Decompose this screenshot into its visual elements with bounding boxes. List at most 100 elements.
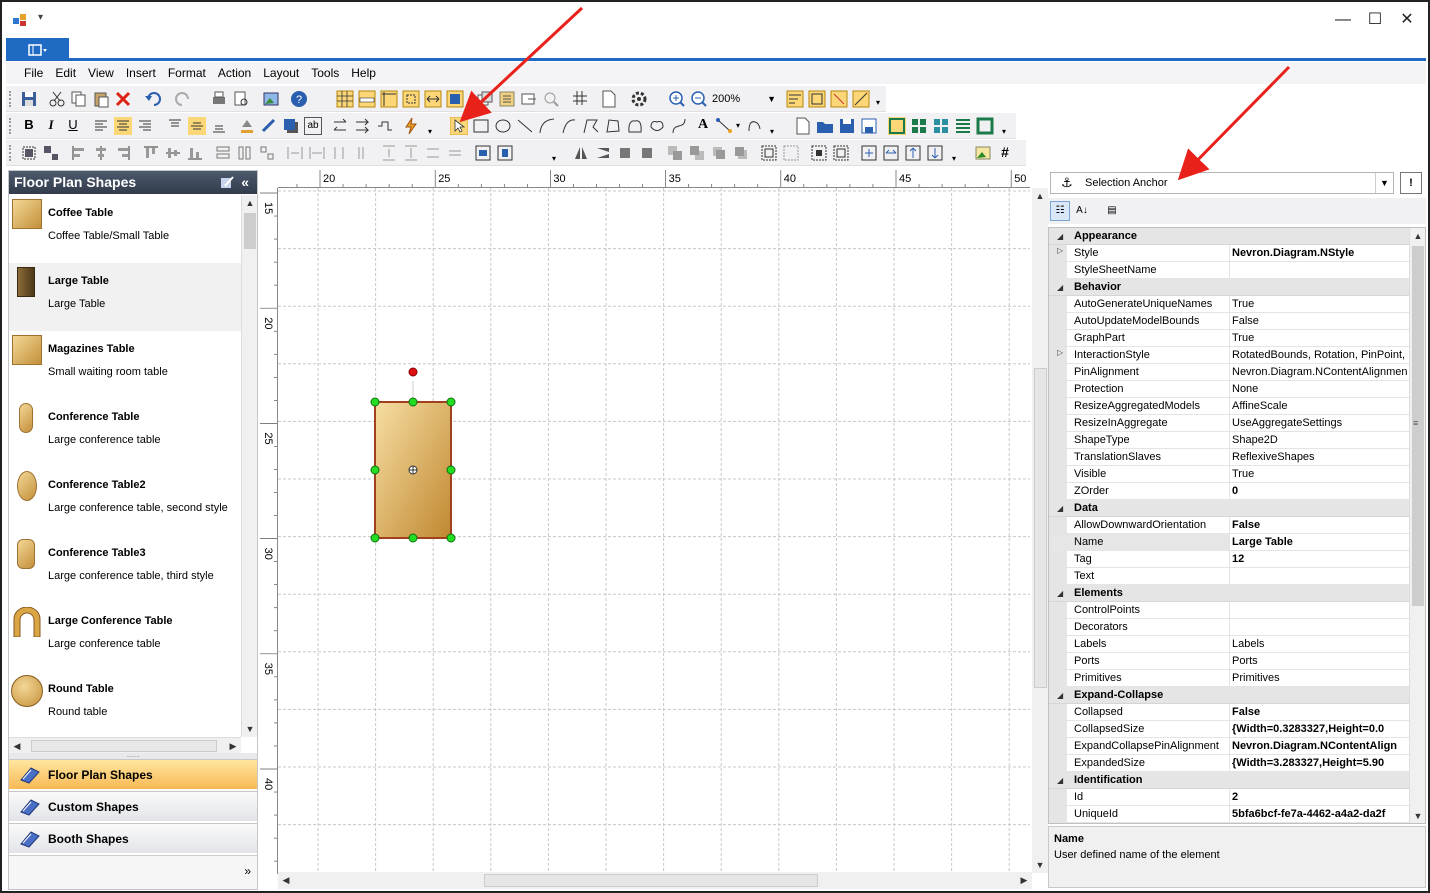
page-bounds-icon[interactable] (446, 90, 464, 108)
connector-tool-icon[interactable] (716, 117, 734, 135)
scroll-right-icon[interactable]: ▶ (1016, 872, 1032, 888)
flip-horizontal-icon[interactable] (572, 144, 590, 162)
resize-handle[interactable] (446, 533, 456, 543)
arc-tool-icon[interactable] (538, 117, 556, 135)
property-category[interactable]: ◢ Appearance (1049, 228, 1409, 245)
property-value[interactable] (1231, 568, 1407, 585)
collapse-category-icon[interactable]: ◢ (1057, 772, 1063, 789)
property-row[interactable]: GraphPart True (1049, 330, 1409, 347)
shadow-icon[interactable] (282, 117, 300, 135)
property-value[interactable]: AffineScale (1231, 398, 1407, 415)
shape-item-large-table[interactable]: Large Table Large Table (9, 263, 241, 331)
property-value[interactable] (1231, 619, 1407, 636)
help-icon[interactable]: ? (290, 90, 308, 108)
property-value[interactable]: 12 (1231, 551, 1407, 568)
scroll-left-icon[interactable]: ◀ (9, 738, 25, 754)
property-info-button[interactable]: ! (1400, 172, 1422, 194)
view-layout-3-icon[interactable] (932, 117, 950, 135)
library-icon[interactable] (498, 90, 516, 108)
ungroup-icon[interactable] (42, 144, 60, 162)
zoom-in-icon[interactable] (668, 90, 686, 108)
scroll-left-icon[interactable]: ◀ (278, 872, 294, 888)
italic-icon[interactable]: I (42, 117, 60, 135)
property-row[interactable]: ExpandCollapsePinAlignment Nevron.Diagram… (1049, 738, 1409, 755)
distribute-down-icon[interactable] (926, 144, 944, 162)
property-value[interactable]: Nevron.Diagram.NContentAlignment (1231, 364, 1407, 381)
copy-icon[interactable] (70, 90, 88, 108)
center-page-icon[interactable] (860, 144, 878, 162)
property-row[interactable]: UniqueId 5bfa6bcf-fe7a-4462-a4a2-da2f (1049, 806, 1409, 823)
rectangle-tool-icon[interactable] (472, 117, 490, 135)
property-row[interactable]: ResizeAggregatedModels AffineScale (1049, 398, 1409, 415)
toolbar-overflow-icon[interactable]: ▾ (952, 154, 956, 163)
property-row[interactable]: Collapsed False (1049, 704, 1409, 721)
scroll-up-icon[interactable]: ▲ (1032, 188, 1048, 204)
property-pages-icon[interactable]: ▤ (1102, 201, 1122, 221)
property-row[interactable]: Labels Labels (1049, 636, 1409, 653)
align-right-icon[interactable] (136, 117, 154, 135)
property-row[interactable]: AutoGenerateUniqueNames True (1049, 296, 1409, 313)
line-color-icon[interactable] (260, 117, 278, 135)
hscroll-thumb[interactable] (31, 740, 217, 752)
categorized-view-icon[interactable]: ☷ (1050, 201, 1070, 221)
scroll-down-icon[interactable]: ▼ (1032, 857, 1048, 873)
edit-library-icon[interactable] (219, 174, 235, 190)
zoom-combo[interactable]: 200% ▼ (710, 90, 778, 108)
zoom-dropdown-icon[interactable]: ▼ (767, 90, 776, 108)
application-menu-button[interactable] (6, 38, 69, 60)
action-lightning-icon[interactable] (402, 117, 420, 135)
rotation-handle[interactable] (408, 367, 418, 377)
property-row[interactable]: ResizeInAggregate UseAggregateSettings (1049, 415, 1409, 432)
valign-top-icon[interactable] (166, 117, 184, 135)
property-value[interactable]: True (1231, 466, 1407, 483)
same-width-icon[interactable] (214, 144, 232, 162)
settings-gear-icon[interactable] (630, 90, 648, 108)
property-value[interactable]: True (1231, 296, 1407, 313)
collapse-category-icon[interactable]: ◢ (1057, 500, 1063, 517)
fit-page-icon[interactable] (424, 90, 442, 108)
toolbar-overflow-icon[interactable]: ▾ (1002, 127, 1006, 136)
property-row[interactable]: ▷ InteractionStyle RotatedBounds, Rotation… (1049, 347, 1409, 364)
property-value[interactable] (1231, 262, 1407, 279)
valign-bottom-icon[interactable] (210, 117, 228, 135)
property-value[interactable]: ReflexiveShapes (1231, 449, 1407, 466)
distribute-v-icon[interactable] (904, 144, 922, 162)
valign-middle-icon[interactable] (188, 117, 206, 135)
property-row[interactable]: StyleSheetName (1049, 262, 1409, 279)
center-vert-icon[interactable] (496, 144, 514, 162)
rotate-right-icon[interactable] (638, 144, 656, 162)
property-row[interactable]: Decorators (1049, 619, 1409, 636)
shape-snap-icon[interactable] (830, 90, 848, 108)
hscroll-thumb[interactable] (484, 874, 818, 887)
property-row[interactable]: PinAlignment Nevron.Diagram.NContentAlign… (1049, 364, 1409, 381)
tab-custom-shapes[interactable]: Custom Shapes (9, 791, 257, 821)
table-snap-icon[interactable] (808, 90, 826, 108)
object-selector-combo[interactable]: ⚓ Selection Anchor ▼ (1050, 172, 1394, 194)
group-icon[interactable] (20, 144, 38, 162)
bezier-tool-icon[interactable] (670, 117, 688, 135)
open-folder-icon[interactable] (816, 117, 834, 135)
fit-shape-icon[interactable] (760, 144, 778, 162)
shape-item-round-table[interactable]: Round Table Round table (9, 671, 241, 739)
view-layout-5-icon[interactable] (976, 117, 994, 135)
curve-tool-icon[interactable] (560, 117, 578, 135)
property-value[interactable]: 0 (1231, 483, 1407, 500)
paste-icon[interactable] (92, 90, 110, 108)
vspace-dec-icon[interactable] (424, 144, 442, 162)
view-layout-2-icon[interactable] (910, 117, 928, 135)
view-layout-1-icon[interactable] (888, 117, 906, 135)
tab-booth-shapes[interactable]: Booth Shapes (9, 823, 257, 853)
property-value[interactable]: None (1231, 381, 1407, 398)
close-button[interactable]: ✕ (1392, 8, 1422, 32)
align-middles-icon[interactable] (164, 144, 182, 162)
space-dec-icon[interactable] (330, 144, 348, 162)
collapse-category-icon[interactable]: ◢ (1057, 687, 1063, 704)
property-row[interactable]: Protection None (1049, 381, 1409, 398)
property-value[interactable]: 5bfa6bcf-fe7a-4462-a4a2-da2f (1231, 806, 1407, 823)
ellipse-tool-icon[interactable] (494, 117, 512, 135)
show-guidelines-icon[interactable] (380, 90, 398, 108)
resize-handle[interactable] (370, 397, 380, 407)
freehand-tool-icon[interactable] (746, 117, 764, 135)
scroll-down-icon[interactable]: ▼ (242, 721, 258, 737)
alphabetical-sort-icon[interactable]: A↓ (1072, 201, 1092, 221)
